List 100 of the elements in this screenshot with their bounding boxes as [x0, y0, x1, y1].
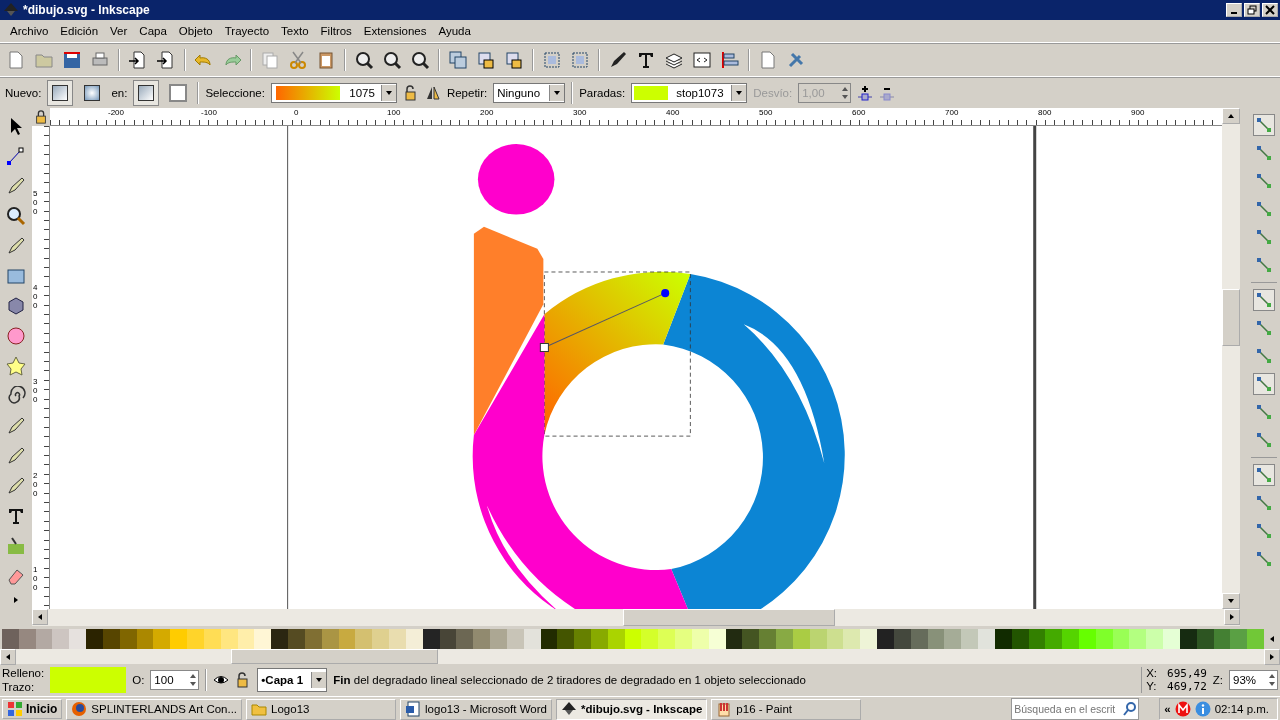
palette-swatch[interactable]: [1146, 629, 1164, 649]
search-icon[interactable]: [1122, 701, 1139, 717]
mail-icon[interactable]: [1174, 701, 1191, 717]
document-properties-icon[interactable]: [758, 50, 778, 70]
cut-icon[interactable]: [288, 50, 308, 70]
palette-swatch[interactable]: [456, 629, 474, 649]
preferences-icon[interactable]: [786, 50, 806, 70]
taskbar-button[interactable]: SPLINTERLANDS Art Con...: [66, 698, 243, 720]
scroll-left-icon[interactable]: [36, 613, 44, 621]
menu-item[interactable]: Ayuda: [432, 25, 477, 37]
export-icon[interactable]: [156, 50, 176, 70]
palette-swatch[interactable]: [355, 629, 373, 649]
fill-stroke-icon[interactable]: [608, 50, 628, 70]
palette-scrollbar[interactable]: [0, 649, 1280, 664]
scroll-thumb[interactable]: [231, 649, 438, 664]
snap-toggle-icon[interactable]: [1253, 114, 1275, 136]
horizontal-scrollbar[interactable]: [32, 609, 1240, 626]
stop-dropdown[interactable]: stop1073: [631, 83, 748, 103]
paste-icon[interactable]: [316, 50, 336, 70]
spin-arrows-icon[interactable]: [1268, 672, 1277, 688]
start-button[interactable]: Inicio: [2, 699, 63, 719]
repeat-dropdown[interactable]: Ninguno: [493, 83, 566, 103]
fill-color-swatch[interactable]: [50, 667, 127, 693]
palette-swatch[interactable]: [372, 629, 390, 649]
palette-swatch[interactable]: [641, 629, 659, 649]
drawing-canvas[interactable]: [50, 126, 1222, 609]
scroll-right-icon[interactable]: [1268, 653, 1276, 661]
info-icon[interactable]: [1194, 701, 1211, 717]
palette-swatch[interactable]: [288, 629, 305, 649]
palette-swatch[interactable]: [52, 629, 70, 649]
palette-swatch[interactable]: [961, 629, 979, 649]
palette-swatch[interactable]: [860, 629, 878, 649]
restore-button[interactable]: [1244, 3, 1260, 17]
zoom-selection-icon[interactable]: [354, 50, 374, 70]
taskbar-button[interactable]: p16 - Paint: [711, 698, 862, 720]
padlock-icon[interactable]: [402, 85, 419, 101]
calligraphy-icon[interactable]: [6, 476, 26, 496]
dropdown-arrow-icon[interactable]: [384, 89, 393, 97]
snap-toggle-icon[interactable]: [1253, 464, 1275, 486]
scroll-right-icon[interactable]: [1228, 613, 1236, 621]
opacity-spinbox[interactable]: 100: [150, 670, 200, 690]
star-icon[interactable]: [6, 356, 26, 376]
group-icon[interactable]: [542, 50, 562, 70]
palette-swatch[interactable]: [1129, 629, 1147, 649]
stem-shape[interactable]: [473, 226, 544, 436]
menu-item[interactable]: Trayecto: [218, 25, 276, 37]
pencil-icon[interactable]: [6, 416, 26, 436]
gradient-dropdown[interactable]: 1075: [270, 83, 397, 103]
palette-swatch[interactable]: [776, 629, 793, 649]
palette-swatch[interactable]: [877, 629, 894, 649]
more-tools-arrow-icon[interactable]: [12, 596, 20, 604]
clone-icon[interactable]: [476, 50, 496, 70]
palette-menu-icon[interactable]: [1268, 635, 1277, 643]
palette-swatch[interactable]: [1230, 629, 1248, 649]
menu-item[interactable]: Filtros: [314, 25, 358, 37]
layer-dropdown[interactable]: •Capa 1: [257, 668, 328, 692]
text-icon[interactable]: [636, 50, 656, 70]
palette-swatch[interactable]: [170, 629, 188, 649]
palette-swatch[interactable]: [557, 629, 575, 649]
close-button[interactable]: [1262, 3, 1278, 17]
palette-swatch[interactable]: [843, 629, 861, 649]
tray-expand-toggle[interactable]: «: [1164, 703, 1171, 715]
text-icon[interactable]: [6, 506, 26, 526]
palette-swatch[interactable]: [271, 629, 289, 649]
ellipse-icon[interactable]: [6, 326, 26, 346]
vertical-scrollbar[interactable]: [1222, 108, 1240, 609]
node-icon[interactable]: [6, 146, 26, 166]
new-file-icon[interactable]: [6, 50, 26, 70]
gradient-icon[interactable]: [6, 536, 26, 556]
right-arc-shape[interactable]: [663, 274, 845, 609]
palette-swatch[interactable]: [2, 629, 19, 649]
palette-swatch[interactable]: [1062, 629, 1079, 649]
delete-stop-icon[interactable]: [879, 85, 896, 101]
scroll-thumb[interactable]: [1222, 289, 1240, 346]
box-icon[interactable]: [6, 296, 26, 316]
palette-swatch[interactable]: [742, 629, 760, 649]
selected-gradient-arc-shape[interactable]: [543, 271, 691, 437]
save-icon[interactable]: [62, 50, 82, 70]
import-icon[interactable]: [128, 50, 148, 70]
dropdown-arrow-icon[interactable]: [315, 676, 324, 684]
palette-swatch[interactable]: [69, 629, 87, 649]
snap-toggle-icon[interactable]: [1253, 373, 1275, 395]
lock-guides-icon[interactable]: [34, 110, 48, 124]
align-icon[interactable]: [720, 50, 740, 70]
duplicate-icon[interactable]: [448, 50, 468, 70]
zoom-page-icon[interactable]: [410, 50, 430, 70]
palette-swatch[interactable]: [944, 629, 962, 649]
taskbar-button[interactable]: Logo13: [246, 698, 397, 720]
snap-toggle-icon[interactable]: [1253, 289, 1275, 311]
pen-icon[interactable]: [6, 446, 26, 466]
fill-target-button[interactable]: [133, 80, 160, 106]
menu-item[interactable]: Capa: [133, 25, 173, 37]
palette-swatch[interactable]: [254, 629, 272, 649]
dropdown-arrow-icon[interactable]: [735, 89, 744, 97]
gradient-handle-line[interactable]: [539, 289, 670, 353]
linear-gradient-button[interactable]: [47, 80, 74, 106]
menu-item[interactable]: Archivo: [4, 25, 55, 37]
scroll-thumb[interactable]: [623, 609, 835, 626]
zoom-icon[interactable]: [6, 206, 26, 226]
menu-item[interactable]: Ver: [104, 25, 134, 37]
